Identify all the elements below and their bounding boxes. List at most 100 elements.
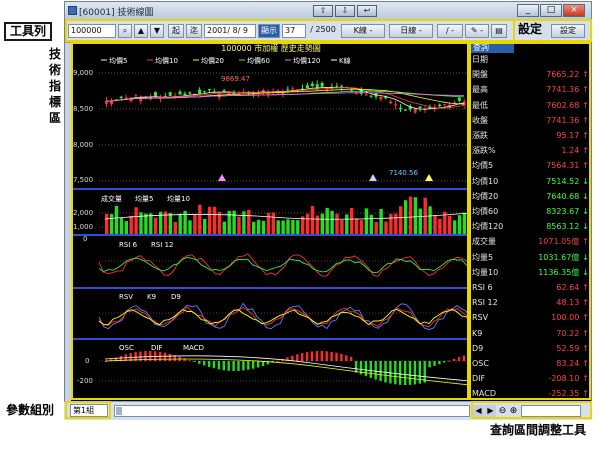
data-query-tab[interactable]: 查詢: [470, 42, 514, 53]
data-label: MACD: [472, 389, 496, 399]
volume-bar: [291, 219, 295, 234]
d9-line: [98, 308, 470, 326]
volume-legend-2: 均量5: [135, 194, 153, 203]
minimize-button[interactable]: _: [517, 4, 539, 17]
volume-bar: [261, 220, 266, 234]
macd-osc-bar: [394, 361, 397, 385]
signal-marker: [425, 174, 433, 181]
period-menu[interactable]: 日線 -: [389, 24, 433, 38]
volume-bar: [232, 210, 236, 234]
title-tool-button-1[interactable]: ⇧: [313, 5, 333, 17]
volume-bar: [335, 213, 339, 234]
close-button[interactable]: ×: [563, 4, 585, 17]
volume-bar: [124, 221, 128, 234]
data-value: 100.00: [551, 313, 580, 323]
data-value-row: 70.22 ↑: [556, 328, 589, 340]
date-select[interactable]: 2001/ 8/ 9: [204, 24, 256, 38]
stock-code-select[interactable]: 100000: [68, 24, 116, 38]
volume-bar: [252, 221, 256, 234]
maximize-button[interactable]: □: [540, 4, 562, 17]
chart-area[interactable]: 100000 市加權 歷史走勢圖 均價5 均價10 均價20 均價60 均價120 K線 …: [71, 41, 470, 401]
candle-body: [310, 83, 314, 86]
range-scrollbar[interactable]: [114, 405, 470, 417]
candle-body: [119, 96, 123, 98]
zoom-out-icon[interactable]: ⊖: [497, 405, 508, 417]
parameter-group-select[interactable]: 第1組: [70, 404, 108, 417]
scroll-right-icon[interactable]: ▶: [485, 405, 496, 417]
data-value-row: -208.10 ↑: [548, 373, 589, 385]
draw-tool-menu[interactable]: ∕ -: [437, 24, 463, 38]
kline-menu[interactable]: K線 -: [341, 24, 385, 38]
search-icon[interactable]: ⌕: [118, 24, 132, 38]
macd-osc-bar: [188, 360, 191, 362]
data-label: RSI 6: [472, 283, 493, 292]
macd-osc-bar: [163, 352, 167, 361]
data-label: 均價5: [472, 161, 494, 171]
price-tick-1: 9,000: [73, 69, 93, 77]
zoom-in-icon[interactable]: ⊕: [508, 405, 519, 417]
data-label: 最低: [472, 100, 488, 110]
volume-bar: [345, 214, 349, 234]
macd-osc-bar: [193, 361, 196, 362]
volume-bar: [340, 220, 344, 234]
app-icon: [68, 6, 77, 15]
macd-osc-bar: [399, 361, 402, 385]
volume-bar: [296, 220, 300, 234]
range-slider[interactable]: [521, 405, 581, 417]
candle-body: [203, 91, 206, 93]
callout-indicator-area: 技術指標區: [48, 47, 61, 125]
volume-bar: [354, 218, 359, 234]
technical-chart[interactable]: 100000 市加權 歷史走勢圖 均價5 均價10 均價20 均價60 均價120 K線 …: [71, 41, 470, 401]
macd-osc-bar: [433, 361, 436, 366]
main-chart-title: 100000 市加權 歷史走勢圖: [221, 43, 321, 53]
volume-bar: [448, 215, 452, 234]
down-arrow-button[interactable]: ▼: [150, 24, 164, 38]
macd-osc-bar: [457, 357, 461, 361]
pen-tool-menu[interactable]: ✎ -: [465, 24, 489, 38]
start-button[interactable]: 起: [168, 24, 184, 38]
data-value-row: 8563.12 ↓: [546, 221, 589, 233]
data-value: 1071.05億: [538, 237, 580, 247]
title-tool-button-2[interactable]: ⇩: [335, 5, 355, 17]
window-title: [60001] 技術線圖: [79, 8, 154, 18]
callout-data-query: 數值查詢: [522, 46, 571, 60]
data-value-row: 52.59 ↑: [556, 343, 589, 355]
macd-osc-bar: [232, 361, 235, 371]
up-arrow-icon: ↑: [582, 298, 589, 308]
signal-marker: [218, 174, 226, 181]
scroll-left-icon[interactable]: ◀: [473, 405, 484, 417]
callout-settings: 設定: [518, 22, 543, 36]
down-arrow-icon: ↓: [582, 267, 589, 277]
data-value-row: 1.24 ↑: [561, 145, 589, 157]
total-count: / 2500: [308, 24, 338, 38]
volume-bar: [325, 207, 329, 234]
data-value: 7741.36: [546, 115, 580, 125]
macd-osc-bar: [276, 360, 279, 362]
volume-bar: [413, 197, 418, 234]
title-tool-button-3[interactable]: ↩: [357, 5, 377, 17]
volume-bar: [364, 208, 369, 234]
data-value-row: 95.17 ↑: [556, 130, 589, 142]
range-scroll-thumb[interactable]: [116, 407, 122, 415]
candle-body: [105, 100, 108, 104]
end-button[interactable]: 迄: [186, 24, 202, 38]
macd-osc-bar: [413, 361, 417, 385]
down-arrow-icon: ↓: [582, 207, 589, 216]
data-value-row: 7640.68 ↓: [546, 191, 589, 203]
show-count-input[interactable]: 37: [282, 24, 306, 38]
settings-button[interactable]: 設定: [551, 24, 585, 38]
data-value-row: 7564.31 ↑: [546, 160, 589, 172]
up-arrow-button[interactable]: ▲: [134, 24, 148, 38]
data-value: -252.35: [548, 389, 580, 399]
up-arrow-icon: ↑: [582, 389, 589, 399]
macd-osc-bar: [423, 361, 426, 383]
box-tool-button[interactable]: ▤: [491, 24, 507, 38]
data-value: 1136.35億: [538, 267, 580, 277]
macd-osc-bar: [237, 361, 240, 371]
candle-body: [413, 108, 417, 113]
data-value: 8323.67: [546, 207, 580, 216]
macd-osc-bar: [315, 351, 319, 361]
rsi6-line: [98, 253, 470, 277]
callout-toolbar: 工具列: [4, 22, 53, 41]
volume-bar: [438, 218, 442, 234]
